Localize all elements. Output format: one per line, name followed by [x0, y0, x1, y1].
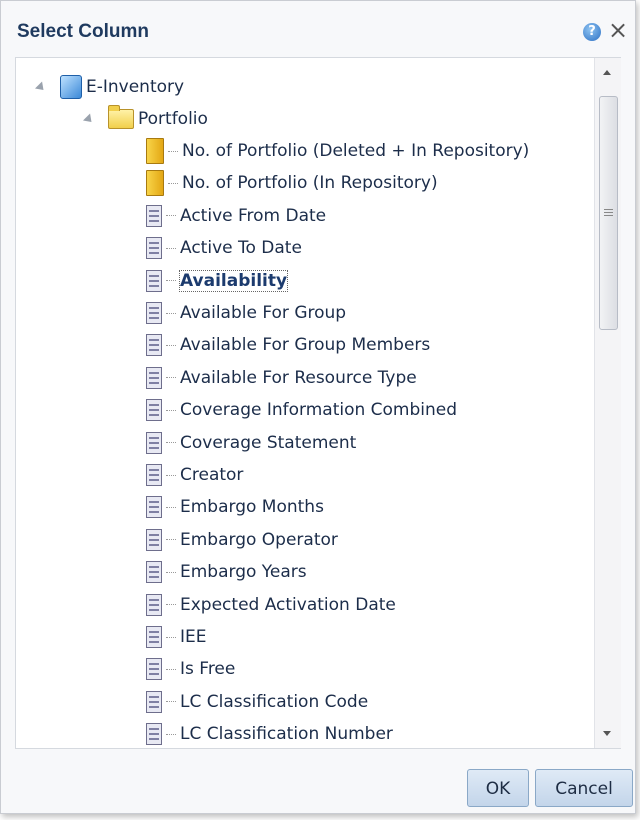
column-icon	[146, 431, 162, 454]
cancel-button[interactable]: Cancel	[535, 769, 633, 807]
tree-item-label: LC Classification Code	[180, 691, 369, 712]
tree-connector	[166, 442, 176, 444]
tree-connector	[168, 150, 178, 152]
tree-item[interactable]: No. of Portfolio (Deleted + In Repositor…	[146, 136, 529, 166]
column-icon	[146, 366, 162, 389]
tree-item-label: Active From Date	[180, 205, 327, 226]
column-icon	[146, 464, 162, 486]
ok-button[interactable]: OK	[467, 769, 529, 807]
column-icon	[146, 626, 162, 648]
tree-item[interactable]: LC Classification Code	[146, 687, 368, 717]
tree-item[interactable]: Available For Resource Type	[146, 363, 417, 393]
tree-connector	[166, 377, 176, 379]
tree-connector	[166, 474, 176, 476]
dialog-title: Select Column	[17, 21, 149, 42]
tree-connector	[166, 506, 176, 508]
tree-item-label: IEE	[180, 627, 207, 647]
column-icon	[146, 496, 162, 519]
column-icon	[146, 658, 162, 681]
tree-item-label: Embargo Operator	[180, 529, 338, 550]
tree-connector	[166, 604, 176, 606]
tree-item-label: Is Free	[180, 659, 236, 680]
tree-connector	[166, 280, 176, 282]
column-icon	[146, 561, 162, 584]
tree-item-label: Coverage Information Combined	[180, 400, 458, 421]
tree-connector	[166, 312, 176, 314]
column-icon	[146, 204, 162, 227]
tree-item-label: Embargo Months	[180, 497, 324, 518]
tree-connector	[166, 344, 176, 346]
column-icon	[146, 723, 162, 746]
tree-item-label: Coverage Statement	[180, 432, 357, 453]
column-icon	[146, 237, 162, 260]
tree-item-label: LC Classification Number	[180, 724, 393, 745]
tree-item-label: Available For Group Members	[180, 335, 431, 356]
measure-icon	[146, 170, 164, 197]
tree-connector	[166, 636, 176, 638]
tree-connector	[168, 182, 178, 184]
column-icon	[146, 334, 162, 357]
tree-item-label: Creator	[180, 465, 244, 485]
tree-item[interactable]: Available For Group Members	[146, 330, 430, 360]
tree-connector	[166, 668, 176, 670]
column-icon	[146, 690, 162, 713]
tree-item-label: Expected Activation Date	[180, 594, 396, 615]
tree-item[interactable]: Active From Date	[146, 201, 326, 231]
column-icon	[146, 593, 162, 616]
tree-item[interactable]: Expected Activation Date	[146, 590, 396, 620]
tree-item-label: Embargo Years	[180, 562, 307, 583]
vertical-scrollbar[interactable]	[594, 58, 621, 748]
tree-connector	[166, 409, 176, 411]
tree-item[interactable]: Coverage Statement	[146, 428, 356, 458]
tree-item[interactable]: Embargo Operator	[146, 525, 338, 555]
scrollbar-thumb[interactable]	[599, 96, 618, 330]
tree-item[interactable]: Creator	[146, 460, 243, 490]
tree-item[interactable]: Available For Group	[146, 298, 346, 328]
tree-connector	[166, 571, 176, 573]
tree-item[interactable]: Coverage Information Combined	[146, 395, 457, 425]
tree-item[interactable]: Active To Date	[146, 233, 302, 263]
column-tree-panel: E-Inventory Portfolio No. of Portfolio (…	[15, 57, 621, 749]
expand-arrow-icon[interactable]	[34, 80, 48, 94]
tree-item[interactable]: LC Classification Number	[146, 719, 393, 748]
tree-item[interactable]: No. of Portfolio (In Repository)	[146, 168, 438, 198]
tree-item[interactable]: Embargo Years	[146, 557, 307, 587]
tree-item-label: No. of Portfolio (In Repository)	[182, 173, 438, 194]
measure-icon	[146, 138, 164, 164]
scroll-up-icon[interactable]	[603, 70, 611, 75]
cube-icon	[60, 75, 82, 99]
column-tree: E-Inventory Portfolio No. of Portfolio (…	[16, 58, 594, 748]
tree-node-label: E-Inventory	[86, 77, 185, 97]
tree-connector	[166, 215, 176, 217]
expand-arrow-icon[interactable]	[82, 112, 96, 126]
folder-icon	[108, 105, 134, 129]
scroll-down-icon[interactable]	[603, 731, 611, 736]
tree-item-label: No. of Portfolio (Deleted + In Repositor…	[182, 141, 530, 161]
tree-root-e-inventory[interactable]: E-Inventory	[34, 72, 185, 102]
tree-item[interactable]: IEE	[146, 622, 207, 652]
column-icon	[146, 302, 162, 324]
tree-item-label: Available For Resource Type	[180, 367, 417, 388]
tree-connector	[166, 539, 176, 541]
dialog-titlebar: Select Column ? ×	[1, 1, 635, 59]
tree-connector	[166, 701, 176, 703]
tree-item[interactable]: Embargo Months	[146, 492, 324, 522]
help-icon[interactable]: ?	[583, 23, 601, 41]
tree-folder-portfolio[interactable]: Portfolio	[82, 104, 208, 134]
tree-item[interactable]: Is Free	[146, 654, 235, 684]
grip-icon	[604, 209, 613, 210]
tree-item-label: Active To Date	[180, 238, 302, 259]
select-column-dialog: Select Column ? × E-Inventory Portfolio …	[0, 0, 636, 814]
tree-connector	[166, 733, 176, 735]
tree-item-label: Availability	[178, 269, 289, 292]
tree-item-label: Available For Group	[180, 303, 347, 323]
column-icon	[146, 399, 162, 422]
tree-item[interactable]: Availability	[146, 266, 289, 296]
tree-node-label: Portfolio	[138, 109, 208, 129]
column-icon	[146, 528, 162, 551]
close-icon[interactable]: ×	[608, 18, 628, 42]
column-icon	[146, 269, 162, 292]
tree-connector	[166, 247, 176, 249]
